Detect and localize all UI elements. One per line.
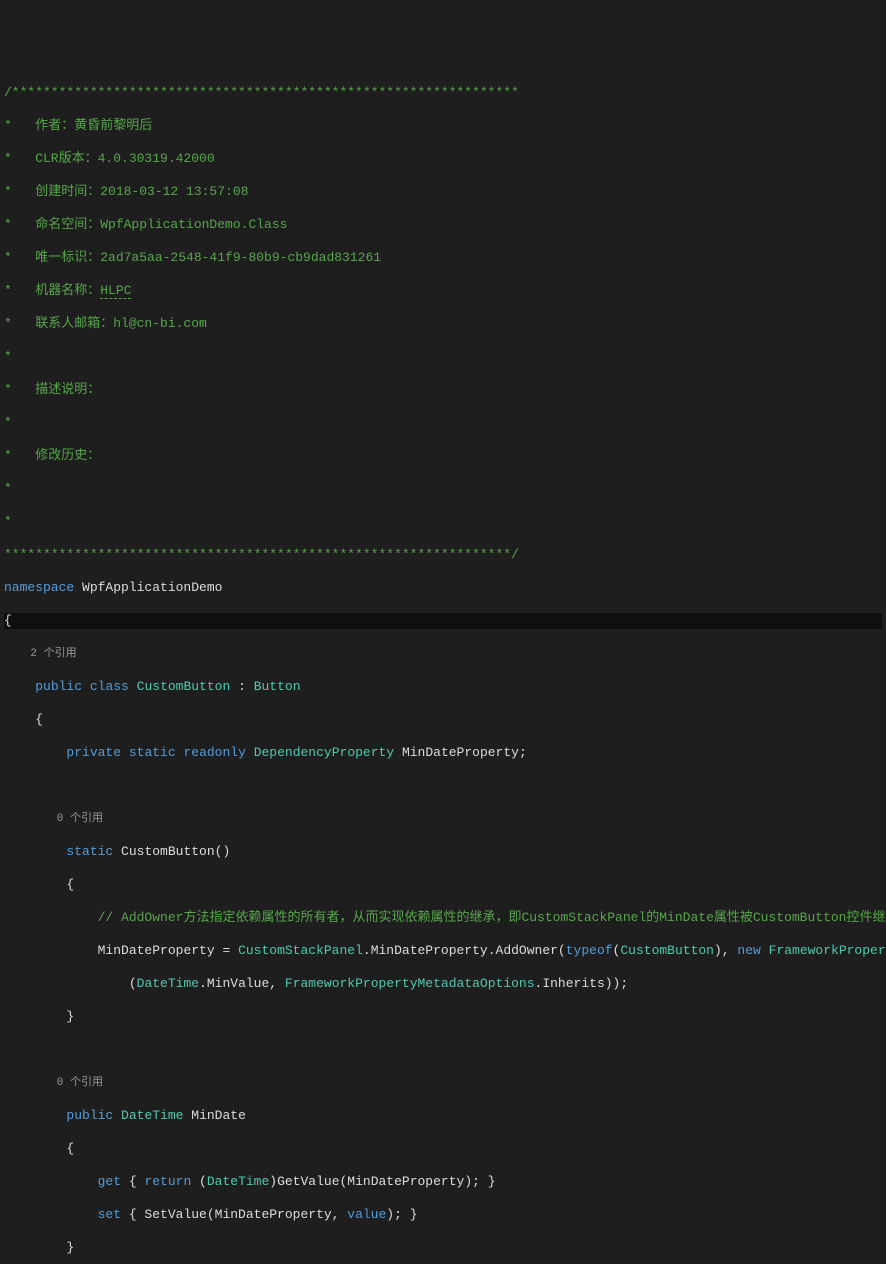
blank-line [4,778,882,795]
comment-desc: * 描述说明： [4,382,882,399]
property-decl: public DateTime MinDate [4,1108,882,1125]
comment-line: * [4,514,882,531]
brace-open: { [4,613,882,630]
comment-history: * 修改历史： [4,448,882,465]
brace-close: } [4,1240,882,1257]
assignment-line-2: (DateTime.MinValue, FrameworkPropertyMet… [4,976,882,993]
codelens-references[interactable]: 0 个引用 [4,1075,882,1092]
comment-machine: * 机器名称：HLPC [4,283,882,300]
comment-line: /***************************************… [4,85,882,102]
comment-namespace: * 命名空间：WpfApplicationDemo.Class [4,217,882,234]
brace-open: { [4,712,882,729]
comment-line: * [4,415,882,432]
codelens-references[interactable]: 2 个引用 [4,646,882,663]
namespace-decl: namespace WpfApplicationDemo [4,580,882,597]
field-decl: private static readonly DependencyProper… [4,745,882,762]
brace-open: { [4,1141,882,1158]
comment-author: * 作者：黄昏前黎明后 [4,118,882,135]
comment-line: ****************************************… [4,547,882,564]
code-editor[interactable]: /***************************************… [0,66,886,1264]
comment-line: * [4,349,882,366]
comment-clr: * CLR版本：4.0.30319.42000 [4,151,882,168]
comment-created: * 创建时间：2018-03-12 13:57:08 [4,184,882,201]
comment-addowner: // AddOwner方法指定依赖属性的所有者，从而实现依赖属性的继承，即Cus… [4,910,882,927]
codelens-references[interactable]: 0 个引用 [4,811,882,828]
getter: get { return (DateTime)GetValue(MinDateP… [4,1174,882,1191]
comment-guid: * 唯一标识：2ad7a5aa-2548-41f9-80b9-cb9dad831… [4,250,882,267]
comment-email: * 联系人邮箱：hl@cn-bi.com [4,316,882,333]
static-ctor-decl: static CustomButton() [4,844,882,861]
brace-close: } [4,1009,882,1026]
comment-line: * [4,481,882,498]
class-decl: public class CustomButton : Button [4,679,882,696]
brace-open: { [4,877,882,894]
blank-line [4,1042,882,1059]
setter: set { SetValue(MinDateProperty, value); … [4,1207,882,1224]
assignment-line-1: MinDateProperty = CustomStackPanel.MinDa… [4,943,882,960]
